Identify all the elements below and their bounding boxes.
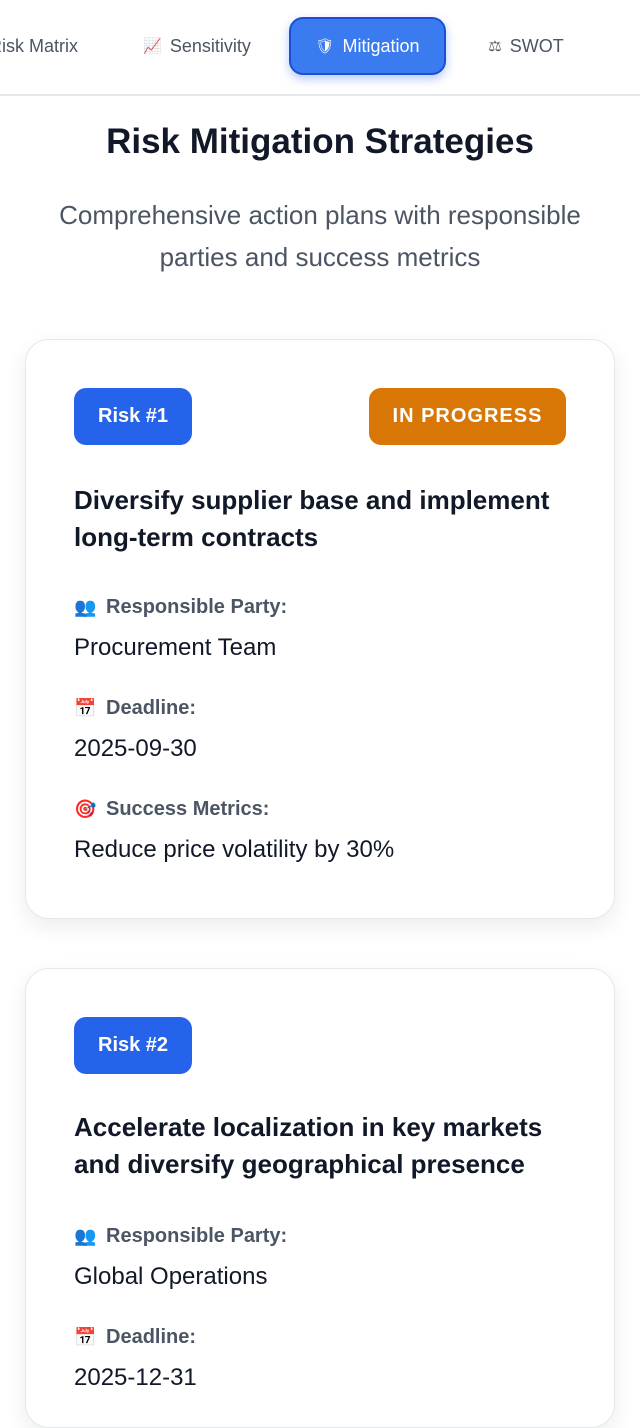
responsible-party-value: Procurement Team [74, 634, 277, 661]
calendar-icon: 📅 [74, 698, 97, 718]
risk-badge: Risk #2 [74, 1017, 193, 1074]
deadline-label: 📅 Deadline: [74, 697, 196, 720]
shield-icon: 🛡 [315, 38, 335, 55]
tab-swot-label: SWOT [509, 35, 564, 56]
strategy-title: Accelerate localization in key markets a… [74, 1112, 543, 1179]
success-metrics-value: Reduce price volatility by 30% [74, 836, 395, 863]
people-icon: 👥 [74, 1226, 97, 1246]
risk-badge: Risk #1 [74, 388, 193, 445]
calendar-icon: 📅 [74, 1327, 97, 1347]
tab-mitigation-label: Mitigation [342, 35, 420, 56]
deadline-value: 2025-09-30 [74, 735, 197, 762]
people-icon: 👥 [74, 597, 97, 617]
page-subtitle: Comprehensive action plans with responsi… [59, 200, 581, 272]
tab-risk-matrix[interactable]: Risk Matrix [0, 17, 90, 75]
deadline-label-text: Deadline: [106, 697, 197, 719]
target-icon: 🎯 [74, 799, 97, 819]
deadline-value: 2025-12-31 [74, 1364, 197, 1391]
responsible-party-label: 👥 Responsible Party: [74, 1225, 287, 1248]
page-title: Risk Mitigation Strategies [106, 122, 534, 161]
status-badge: IN PROGRESS [369, 388, 566, 445]
chart-increasing-icon: 📈 [143, 38, 162, 55]
tab-bar: Risk Matrix 📈 Sensitivity 🛡 Mitigation ⚖… [0, 0, 640, 96]
balance-scale-icon: ⚖ [488, 38, 502, 55]
mitigation-card: Risk #1 IN PROGRESS Diversify supplier b… [25, 339, 615, 919]
deadline-label-text: Deadline: [106, 1326, 197, 1348]
tab-swot[interactable]: ⚖ SWOT [470, 17, 582, 75]
tab-risk-matrix-label: Risk Matrix [0, 35, 78, 56]
strategy-title: Diversify supplier base and implement lo… [74, 485, 550, 552]
mitigation-card: Risk #2 Accelerate localization in key m… [25, 968, 615, 1428]
tab-sensitivity-label: Sensitivity [169, 35, 251, 56]
responsible-party-value: Global Operations [74, 1263, 268, 1290]
deadline-label: 📅 Deadline: [74, 1326, 196, 1349]
success-metrics-label: 🎯 Success Metrics: [74, 798, 269, 821]
responsible-party-label-text: Responsible Party: [106, 596, 288, 618]
success-metrics-label-text: Success Metrics: [106, 798, 270, 820]
responsible-party-label-text: Responsible Party: [106, 1225, 288, 1247]
responsible-party-label: 👥 Responsible Party: [74, 596, 287, 619]
tab-sensitivity[interactable]: 📈 Sensitivity [126, 17, 268, 75]
tab-mitigation[interactable]: 🛡 Mitigation [289, 17, 446, 75]
